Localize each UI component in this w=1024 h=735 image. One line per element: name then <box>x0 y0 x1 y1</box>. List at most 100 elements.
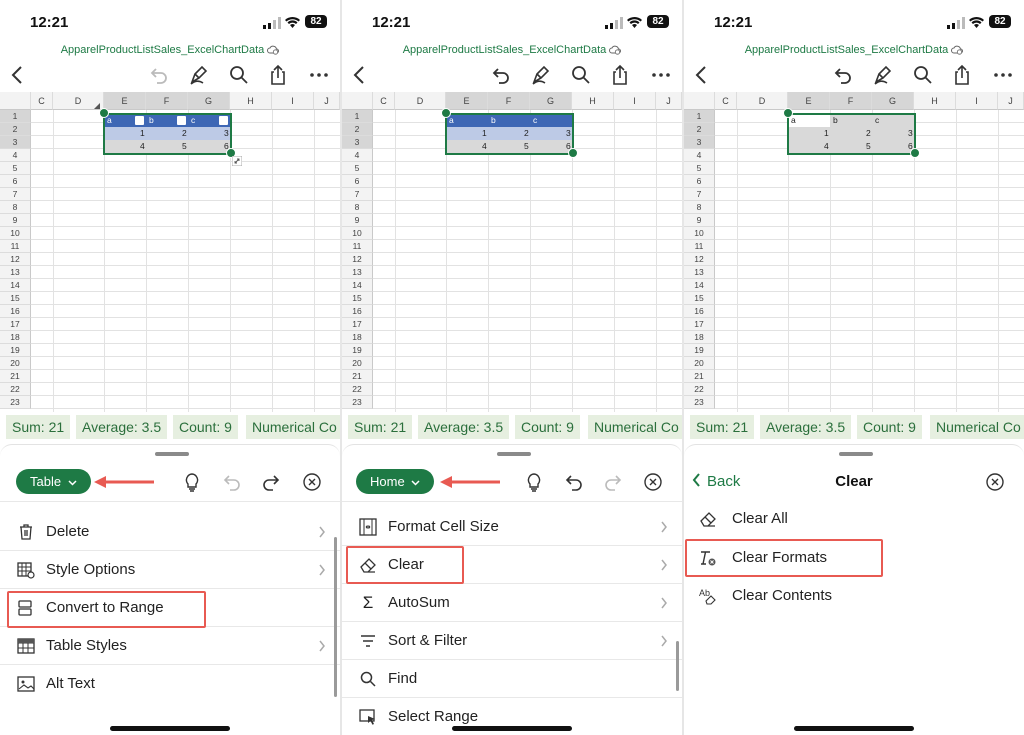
col-header-j[interactable]: J <box>998 92 1024 110</box>
sheet-grabber[interactable] <box>839 452 873 456</box>
spreadsheet-grid[interactable]: C D E F G H I J 1 2 3 4 5 6 7 8 9 10 11 12 13 14 15 16 1… <box>0 92 340 412</box>
redo-icon[interactable] <box>260 471 282 493</box>
share-icon[interactable] <box>950 63 974 87</box>
row-header-15[interactable]: 15 <box>342 292 373 305</box>
row-header-2[interactable]: 2 <box>0 123 31 136</box>
spreadsheet-grid[interactable]: C D E F G H I J 1 2 3 4 5 6 7 8 9 10 11 12 13 14 15 16 1… <box>684 92 1024 412</box>
row-header-9[interactable]: 9 <box>342 214 373 227</box>
draw-pen-icon[interactable] <box>871 63 895 87</box>
menu-item-clear-contents[interactable]: Ab Clear Contents <box>684 577 1024 615</box>
lightbulb-icon[interactable] <box>523 471 545 493</box>
row-header-7[interactable]: 7 <box>684 188 715 201</box>
row-header-8[interactable]: 8 <box>684 201 715 214</box>
sum-chip[interactable]: Sum: 21 <box>6 415 71 439</box>
row-header-10[interactable]: 10 <box>684 227 715 240</box>
col-header-f[interactable]: F <box>830 92 872 110</box>
col-header-h[interactable]: H <box>914 92 956 110</box>
numerical-count-chip[interactable]: Numerical Co <box>930 415 1024 439</box>
row-header-4[interactable]: 4 <box>342 149 373 162</box>
corner-cell[interactable] <box>0 92 31 110</box>
selection-handle-bottom[interactable] <box>910 148 920 158</box>
row-header-11[interactable]: 11 <box>342 240 373 253</box>
menu-item-style-options[interactable]: Style Options <box>0 551 340 589</box>
search-icon[interactable] <box>227 63 251 87</box>
row-header-8[interactable]: 8 <box>0 201 31 214</box>
scrollbar[interactable] <box>334 537 337 697</box>
menu-item-autosum[interactable]: Σ AutoSum <box>342 584 682 622</box>
row-header-13[interactable]: 13 <box>342 266 373 279</box>
row-header-12[interactable]: 12 <box>0 253 31 266</box>
average-chip[interactable]: Average: 3.5 <box>76 415 168 439</box>
menu-item-sort-filter[interactable]: Sort & Filter <box>342 622 682 660</box>
row-header-12[interactable]: 12 <box>342 253 373 266</box>
row-header-3[interactable]: 3 <box>0 136 31 149</box>
col-header-i[interactable]: I <box>614 92 656 110</box>
col-header-i[interactable]: I <box>272 92 314 110</box>
count-chip[interactable]: Count: 9 <box>857 415 922 439</box>
resize-table-icon[interactable] <box>232 156 242 166</box>
back-arrow-icon[interactable] <box>690 63 714 87</box>
row-header-9[interactable]: 9 <box>684 214 715 227</box>
row-header-20[interactable]: 20 <box>0 357 31 370</box>
draw-pen-icon[interactable] <box>187 63 211 87</box>
row-header-12[interactable]: 12 <box>684 253 715 266</box>
row-header-5[interactable]: 5 <box>342 162 373 175</box>
col-header-j[interactable]: J <box>314 92 340 110</box>
col-header-g[interactable]: G <box>872 92 914 110</box>
back-arrow-icon[interactable] <box>348 63 372 87</box>
search-icon[interactable] <box>569 63 593 87</box>
row-header-20[interactable]: 20 <box>684 357 715 370</box>
selection-handle-top[interactable] <box>783 108 793 118</box>
col-header-e[interactable]: E <box>446 92 488 110</box>
file-name[interactable]: ApparelProductListSales_ExcelChartData <box>684 44 1024 56</box>
row-header-23[interactable]: 23 <box>0 396 31 409</box>
col-header-c[interactable]: C <box>373 92 395 110</box>
row-header-4[interactable]: 4 <box>684 149 715 162</box>
row-header-16[interactable]: 16 <box>0 305 31 318</box>
col-header-i[interactable]: I <box>956 92 998 110</box>
row-header-5[interactable]: 5 <box>684 162 715 175</box>
row-header-13[interactable]: 13 <box>684 266 715 279</box>
row-header-16[interactable]: 16 <box>342 305 373 318</box>
col-header-g[interactable]: G <box>530 92 572 110</box>
row-header-3[interactable]: 3 <box>342 136 373 149</box>
row-header-6[interactable]: 6 <box>0 175 31 188</box>
menu-item-table-styles[interactable]: Table Styles <box>0 627 340 665</box>
row-header-18[interactable]: 18 <box>684 331 715 344</box>
col-header-e[interactable]: E <box>104 92 146 110</box>
undo-icon[interactable] <box>489 63 513 87</box>
row-header-21[interactable]: 21 <box>0 370 31 383</box>
col-header-h[interactable]: H <box>572 92 614 110</box>
row-header-7[interactable]: 7 <box>0 188 31 201</box>
row-header-11[interactable]: 11 <box>0 240 31 253</box>
col-header-d[interactable]: D <box>737 92 788 110</box>
sheet-grabber[interactable] <box>155 452 189 456</box>
share-icon[interactable] <box>608 63 632 87</box>
undo-icon[interactable] <box>831 63 855 87</box>
scrollbar[interactable] <box>676 641 679 691</box>
row-header-1[interactable]: 1 <box>684 110 715 123</box>
file-name[interactable]: ApparelProductListSales_ExcelChartData <box>0 44 340 56</box>
row-header-8[interactable]: 8 <box>342 201 373 214</box>
close-icon[interactable] <box>642 471 664 493</box>
row-header-14[interactable]: 14 <box>342 279 373 292</box>
more-options-icon[interactable] <box>307 63 331 87</box>
col-header-d[interactable]: D <box>395 92 446 110</box>
col-header-h[interactable]: H <box>230 92 272 110</box>
col-header-c[interactable]: C <box>715 92 737 110</box>
row-header-18[interactable]: 18 <box>342 331 373 344</box>
row-header-6[interactable]: 6 <box>684 175 715 188</box>
row-header-7[interactable]: 7 <box>342 188 373 201</box>
row-header-1[interactable]: 1 <box>0 110 31 123</box>
row-header-1[interactable]: 1 <box>342 110 373 123</box>
row-header-15[interactable]: 15 <box>0 292 31 305</box>
select-all-triangle-icon[interactable] <box>93 102 101 110</box>
corner-cell[interactable] <box>342 92 373 110</box>
share-icon[interactable] <box>266 63 290 87</box>
row-header-22[interactable]: 22 <box>342 383 373 396</box>
row-header-3[interactable]: 3 <box>684 136 715 149</box>
col-header-f[interactable]: F <box>488 92 530 110</box>
undo-icon[interactable] <box>147 63 171 87</box>
row-header-2[interactable]: 2 <box>342 123 373 136</box>
row-header-14[interactable]: 14 <box>684 279 715 292</box>
